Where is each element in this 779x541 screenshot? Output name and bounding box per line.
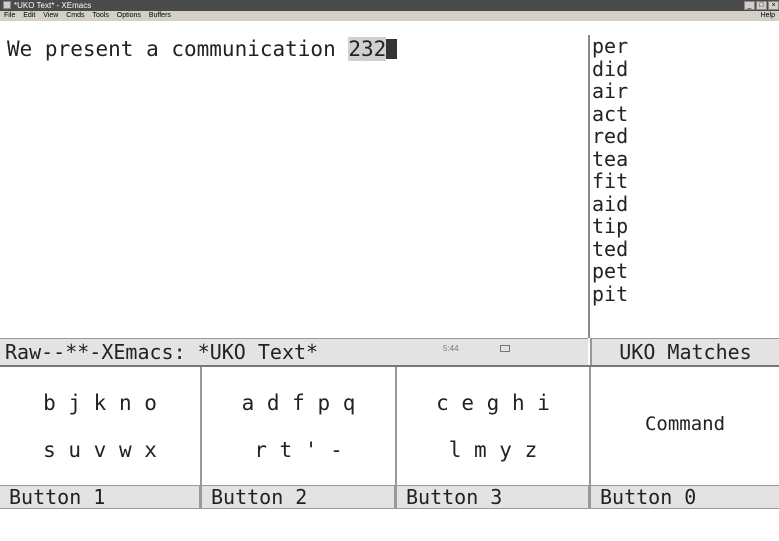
menu-view[interactable]: View — [43, 12, 58, 19]
match-item[interactable]: pet — [592, 260, 779, 283]
match-item[interactable]: aid — [592, 192, 779, 216]
match-item[interactable]: did — [592, 57, 779, 81]
match-item[interactable]: per — [592, 35, 779, 58]
window-divider — [588, 35, 590, 338]
window-title: *UKO Text* - XEmacs — [14, 1, 92, 10]
button-1[interactable]: b j k n o s u v w x — [0, 367, 202, 487]
button-0-label: Button 0 — [591, 485, 779, 509]
matches-header: UKO Matches — [590, 338, 779, 365]
button-1-row1: b j k n o — [43, 391, 157, 415]
text-cursor — [386, 39, 398, 59]
button-0[interactable]: Command — [591, 367, 779, 487]
window-controls: _ □ × — [744, 1, 779, 10]
close-icon[interactable]: × — [768, 1, 779, 10]
menu-bar: File Edit View Cmds Tools Options Buffer… — [0, 11, 779, 21]
menu-buffers[interactable]: Buffers — [149, 12, 171, 19]
minibuffer[interactable] — [0, 509, 779, 541]
mode-line: Raw--**-XEmacs: *UKO Text* 5:44 — [0, 338, 588, 365]
matches-list: per did air act red tea fit aid tip ted … — [592, 35, 779, 338]
button-3-row1: c e g h i — [436, 391, 550, 415]
match-item[interactable]: act — [592, 102, 779, 126]
button-2[interactable]: a d f p q r t ' - — [202, 367, 397, 487]
editor-line: We present a communication 232 — [7, 37, 398, 61]
maximize-icon[interactable]: □ — [756, 1, 767, 10]
editor-text-area[interactable]: We present a communication 232 — [0, 22, 588, 338]
mode-line-text: Raw--**-XEmacs: *UKO Text* — [5, 340, 319, 364]
button-3[interactable]: c e g h i l m y z — [397, 367, 591, 487]
button-3-row2: l m y z — [448, 438, 538, 462]
editor-selection: 232 — [348, 37, 387, 61]
button-2-row2: r t ' - — [254, 438, 343, 462]
editor-text: We present a communication — [7, 37, 349, 61]
button-2-label: Button 2 — [202, 485, 397, 509]
button-1-row2: s u v w x — [43, 438, 157, 462]
mode-line-status: 5:44 — [443, 344, 459, 353]
xemacs-icon — [3, 1, 11, 9]
menu-options[interactable]: Options — [117, 12, 141, 19]
match-item[interactable]: fit — [592, 170, 779, 193]
button-3-label: Button 3 — [397, 485, 591, 509]
menu-edit[interactable]: Edit — [23, 12, 35, 19]
menu-file[interactable]: File — [4, 12, 15, 19]
match-item[interactable]: tip — [592, 215, 779, 238]
match-item[interactable]: pit — [592, 282, 779, 306]
match-item[interactable]: red — [592, 125, 779, 148]
button-panel: b j k n o s u v w x a d f p q r t ' - c … — [0, 365, 779, 487]
menu-tools[interactable]: Tools — [92, 12, 108, 19]
mail-icon — [500, 345, 510, 352]
button-2-row1: a d f p q — [241, 391, 356, 415]
match-item[interactable]: air — [592, 80, 779, 103]
title-bar: *UKO Text* - XEmacs _ □ × — [0, 0, 779, 11]
button-1-label: Button 1 — [0, 485, 202, 509]
match-item[interactable]: tea — [592, 147, 779, 171]
button-0-command: Command — [644, 413, 726, 435]
match-item[interactable]: ted — [592, 237, 779, 261]
minimize-icon[interactable]: _ — [744, 1, 755, 10]
menu-help[interactable]: Help — [761, 11, 775, 21]
menu-cmds[interactable]: Cmds — [66, 12, 84, 19]
